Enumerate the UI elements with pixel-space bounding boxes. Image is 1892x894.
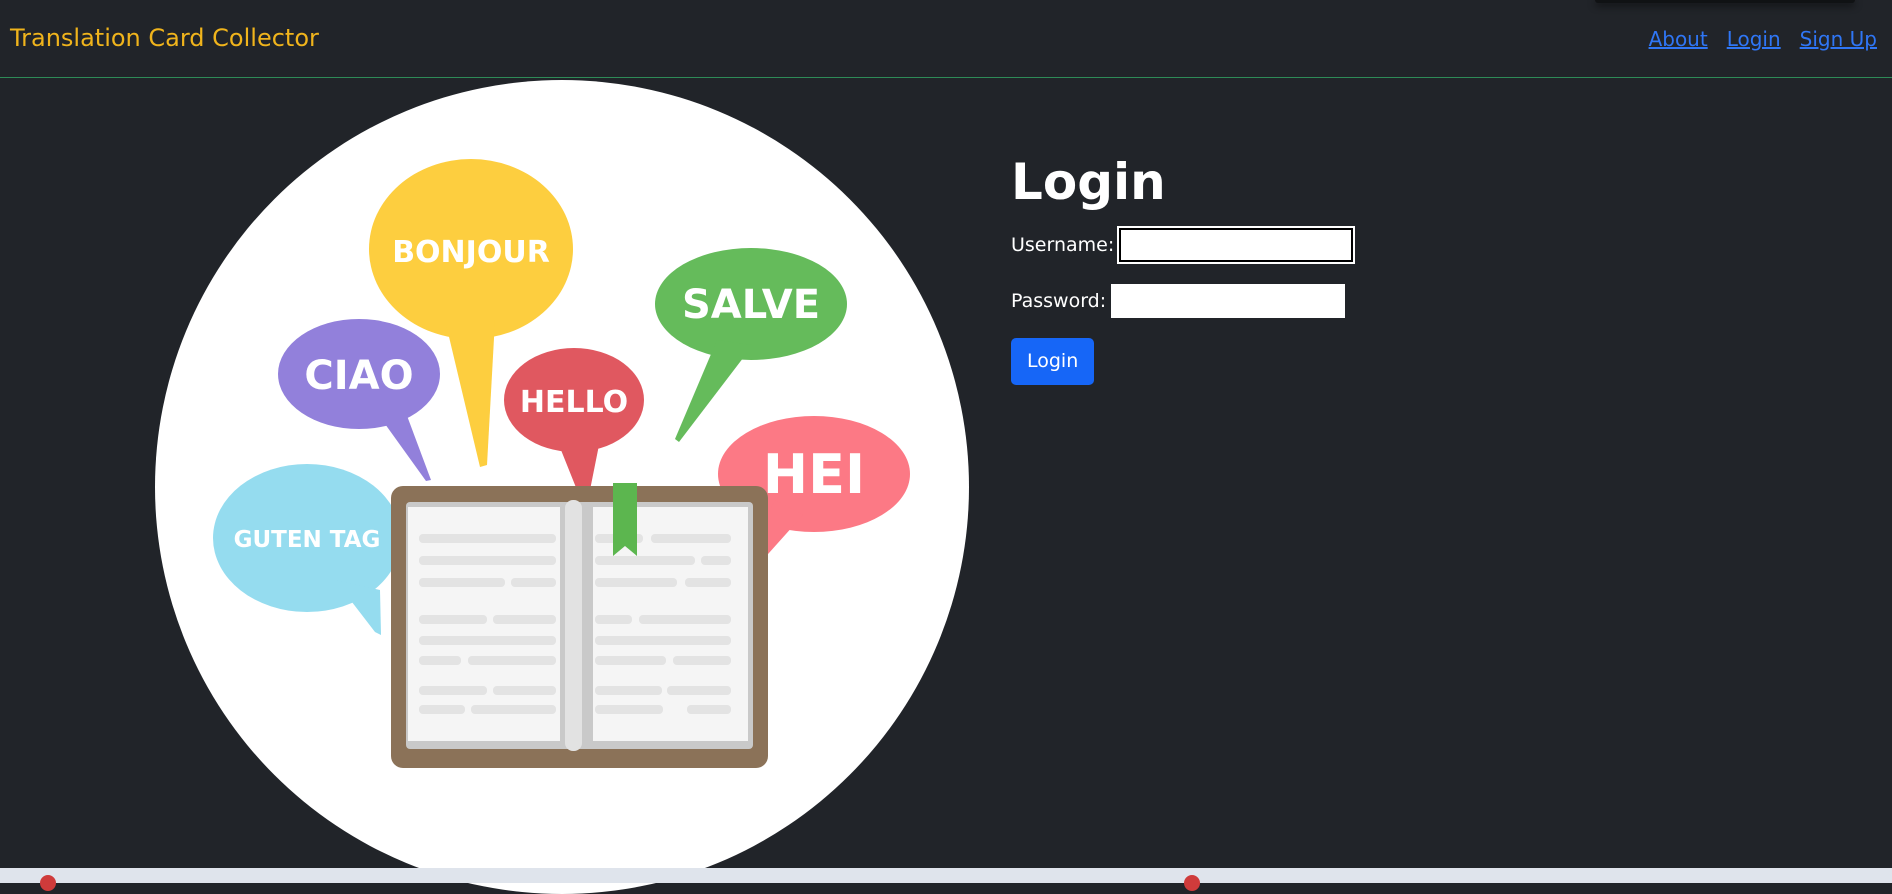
nav-link-sign-up[interactable]: Sign Up — [1800, 27, 1877, 51]
hero-illustration: BONJOUR SALVE CIAO HELLO HEI GUTEN TAG — [155, 80, 969, 894]
username-row: Username: — [1011, 226, 1356, 264]
bubble-ciao-text: CIAO — [304, 353, 413, 399]
password-row: Password: — [1011, 282, 1353, 320]
password-input[interactable] — [1111, 284, 1346, 318]
nav-link-about[interactable]: About — [1649, 27, 1708, 51]
login-heading: Login — [1011, 153, 1166, 211]
brand-title[interactable]: Translation Card Collector — [10, 24, 319, 52]
os-taskbar — [0, 868, 1892, 891]
login-form: Login Username: Password: Login — [1011, 148, 1356, 385]
bubble-salve-text: SALVE — [682, 282, 820, 328]
bubble-hei-text: HEI — [763, 443, 865, 506]
floating-window-edge — [1595, 0, 1855, 3]
bookmark-ribbon — [613, 483, 637, 556]
top-navbar: Translation Card Collector About Login S… — [0, 0, 1892, 78]
nav-links: About Login Sign Up — [1649, 27, 1877, 51]
login-submit-button[interactable]: Login — [1011, 338, 1095, 385]
taskbar-app-icon[interactable] — [40, 875, 56, 891]
bubble-hello-text: HELLO — [520, 385, 628, 420]
open-book-icon — [391, 483, 768, 768]
bubble-bonjour-text: BONJOUR — [392, 235, 550, 270]
bubble-guten-tag-text: GUTEN TAG — [234, 527, 381, 553]
username-label: Username: — [1011, 234, 1115, 256]
username-input[interactable] — [1117, 226, 1356, 264]
password-label: Password: — [1011, 290, 1107, 312]
taskbar-app-icon[interactable] — [1184, 875, 1200, 891]
nav-link-login[interactable]: Login — [1727, 27, 1781, 51]
